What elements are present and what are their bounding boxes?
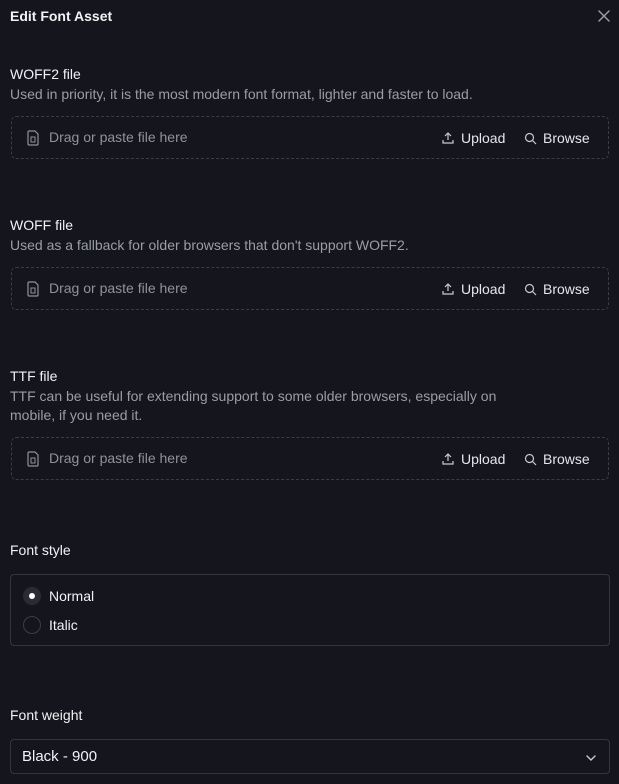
radio-normal[interactable]: Normal [23, 587, 94, 605]
dialog-title: Edit Font Asset [10, 8, 113, 24]
search-icon [524, 283, 537, 295]
upload-button[interactable]: Upload [441, 449, 505, 469]
upload-icon [442, 453, 454, 465]
radio-button-checked[interactable] [23, 587, 41, 605]
radio-label-normal: Normal [49, 588, 95, 604]
browse-label: Browse [543, 130, 590, 146]
search-icon [524, 132, 537, 144]
file-icon [26, 130, 40, 146]
browse-label: Browse [543, 451, 590, 467]
ttf-dropzone[interactable]: Drag or paste file here Upload Browse [11, 437, 609, 480]
woff-title: WOFF file [10, 217, 73, 233]
upload-label: Upload [461, 130, 506, 146]
font-weight-value: Black - 900 [22, 748, 98, 765]
file-icon [26, 281, 40, 297]
file-icon [26, 451, 40, 467]
radio-button[interactable] [23, 616, 41, 634]
font-weight-select[interactable]: Black - 900 [10, 739, 610, 774]
ttf-title: TTF file [10, 368, 58, 384]
upload-label: Upload [461, 281, 506, 297]
woff2-dropzone[interactable]: Drag or paste file here Upload Browse [11, 116, 609, 159]
dropzone-placeholder: Drag or paste file here [49, 280, 188, 296]
upload-icon [442, 132, 454, 144]
close-icon[interactable] [597, 9, 611, 23]
ttf-description: TTF can be useful for extending support … [10, 388, 497, 423]
browse-button[interactable]: Browse [524, 449, 590, 469]
upload-icon [442, 283, 454, 295]
upload-label: Upload [461, 451, 506, 467]
woff2-title: WOFF2 file [10, 66, 81, 82]
search-icon [524, 453, 537, 465]
chevron-down-icon [585, 751, 597, 767]
font-style-title: Font style [10, 542, 71, 558]
browse-button[interactable]: Browse [524, 128, 590, 148]
woff-description: Used as a fallback for older browsers th… [10, 237, 409, 253]
upload-button[interactable]: Upload [441, 279, 505, 299]
dialog-header: Edit Font Asset [10, 8, 619, 26]
font-style-radio-group: Normal Italic [10, 574, 610, 646]
browse-label: Browse [543, 281, 590, 297]
font-weight-title: Font weight [10, 707, 83, 723]
dropzone-placeholder: Drag or paste file here [49, 129, 188, 145]
radio-label-italic: Italic [49, 617, 78, 633]
woff-dropzone[interactable]: Drag or paste file here Upload Browse [11, 267, 609, 310]
upload-button[interactable]: Upload [441, 128, 505, 148]
dropzone-placeholder: Drag or paste file here [49, 450, 188, 466]
radio-italic[interactable]: Italic [23, 616, 78, 634]
browse-button[interactable]: Browse [524, 279, 590, 299]
woff2-description: Used in priority, it is the most modern … [10, 86, 473, 102]
